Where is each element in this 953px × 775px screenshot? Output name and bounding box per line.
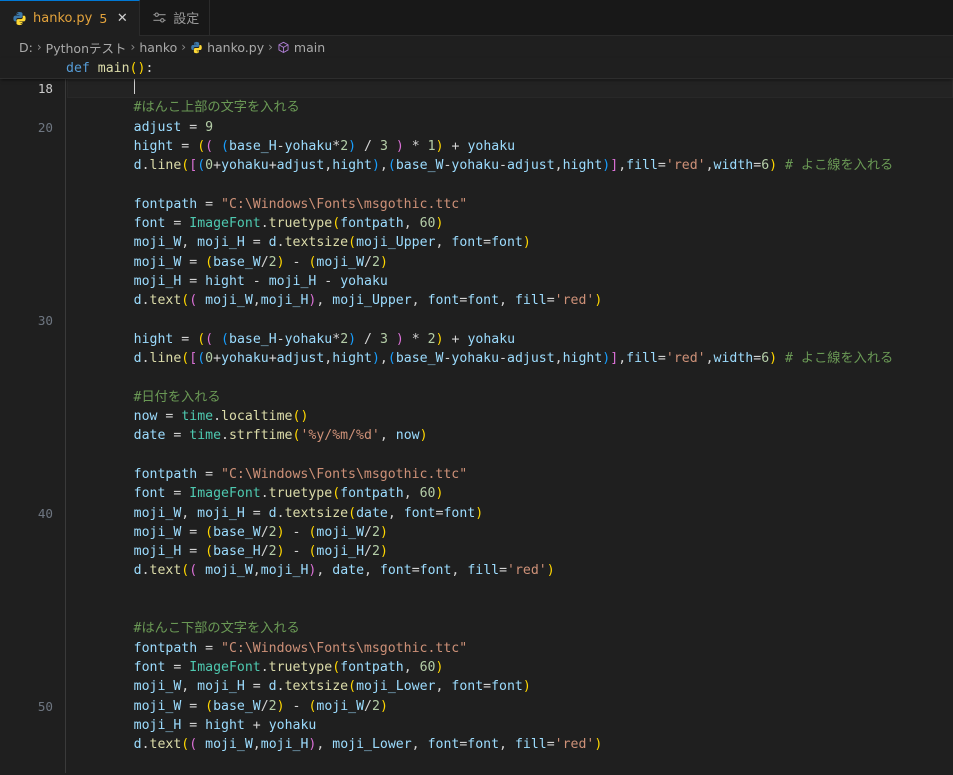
breadcrumb: D: › Pythonテスト › hanko › hanko.py › main — [0, 36, 953, 58]
code-line[interactable] — [67, 600, 953, 619]
close-icon[interactable]: ✕ — [115, 12, 129, 25]
code-line[interactable]: date = time.strftime('%y/%m/%d', now) — [67, 426, 953, 445]
breadcrumb-item-hanko[interactable]: hanko — [139, 40, 177, 55]
code-line[interactable]: d.line([(0+yohaku+adjust,hight),(base_W-… — [67, 156, 953, 175]
symbol-method-icon — [277, 41, 290, 54]
breadcrumb-separator: › — [268, 40, 273, 54]
code-line[interactable] — [67, 446, 953, 465]
code-line[interactable] — [67, 175, 953, 194]
code-line[interactable]: #はんこ下部の文字を入れる — [67, 619, 953, 638]
code-line[interactable]: hight = (( (base_H-yohaku*2) / 3 ) * 1) … — [67, 137, 953, 156]
code-line[interactable]: moji_W = (base_W/2) - (moji_W/2) — [67, 697, 953, 716]
line-number: 18 — [37, 81, 53, 96]
code-line[interactable]: #日付を入れる — [67, 388, 953, 407]
code-line[interactable]: moji_W, moji_H = d.textsize(moji_Upper, … — [67, 233, 953, 252]
code-line[interactable]: fontpath = "C:\Windows\Fonts\msgothic.tt… — [67, 195, 953, 214]
code-line[interactable]: moji_W, moji_H = d.textsize(date, font=f… — [67, 504, 953, 523]
tab-bar-empty-space — [210, 0, 953, 35]
sticky-scroll-header[interactable]: def main(): — [0, 58, 953, 79]
breadcrumb-label: hanko.py — [207, 39, 265, 55]
line-number: 50 — [37, 698, 53, 714]
code-line[interactable]: d.text(( moji_W,moji_H), moji_Upper, fon… — [67, 291, 953, 310]
tab-hanko-py[interactable]: hanko.py 5 ✕ — [0, 0, 141, 36]
code-line[interactable]: font = ImageFont.truetype(fontpath, 60) — [67, 214, 953, 233]
code-line[interactable]: d.line([(0+yohaku+adjust,hight),(base_W-… — [67, 349, 953, 368]
line-number: 30 — [37, 312, 53, 328]
code-line[interactable]: font = ImageFont.truetype(fontpath, 60) — [67, 484, 953, 503]
code-line[interactable] — [67, 581, 953, 600]
python-file-icon — [190, 41, 203, 54]
tab-label: hanko.py — [33, 10, 93, 26]
code-line[interactable]: now = time.localtime() — [67, 407, 953, 426]
code-line[interactable]: font = ImageFont.truetype(fontpath, 60) — [67, 658, 953, 677]
breadcrumb-item-drive[interactable]: D: — [19, 40, 33, 55]
code-line[interactable]: moji_H = hight - moji_H - yohaku — [67, 272, 953, 291]
tab-modified-badge: 5 — [99, 10, 108, 26]
tab-label: 設定 — [173, 12, 200, 27]
code-line[interactable]: moji_W, moji_H = d.textsize(moji_Lower, … — [67, 677, 953, 696]
line-number-gutter: 18 20 30 40 50 — [0, 79, 66, 773]
code-line[interactable] — [67, 368, 953, 387]
code-line[interactable]: hight = (( (base_H-yohaku*2) / 3 ) * 2) … — [67, 330, 953, 349]
code-line[interactable]: fontpath = "C:\Windows\Fonts\msgothic.tt… — [67, 465, 953, 484]
code-line[interactable] — [67, 754, 953, 773]
breadcrumb-label: hanko — [139, 39, 178, 55]
code-content[interactable]: #はんこ上部の文字を入れる adjust = 9 hight = (( (bas… — [67, 79, 953, 773]
breadcrumb-item-pythontest[interactable]: Pythonテスト — [46, 38, 127, 57]
tab-settings[interactable]: 設定 — [140, 0, 211, 35]
settings-sliders-icon — [152, 10, 167, 25]
code-line[interactable]: moji_W = (base_W/2) - (moji_W/2) — [67, 523, 953, 542]
code-line[interactable] — [67, 311, 953, 330]
code-editor[interactable]: 18 20 30 40 50 #はんこ上部の文字を入れる adjust = 9 high… — [0, 79, 953, 773]
line-number: 40 — [37, 505, 53, 521]
code-line[interactable]: moji_H = (base_H/2) - (moji_H/2) — [67, 542, 953, 561]
code-line[interactable]: #はんこ上部の文字を入れる — [67, 98, 953, 117]
sticky-scroll-code: def main(): — [66, 60, 154, 76]
code-line[interactable]: moji_H = hight + yohaku — [67, 716, 953, 735]
code-line[interactable] — [67, 79, 953, 99]
breadcrumb-item-symbol-main[interactable]: main — [277, 40, 325, 55]
line-number: 20 — [37, 119, 53, 135]
code-line[interactable]: fontpath = "C:\Windows\Fonts\msgothic.tt… — [67, 639, 953, 658]
code-line[interactable]: moji_W = (base_W/2) - (moji_W/2) — [67, 253, 953, 272]
code-line[interactable]: adjust = 9 — [67, 118, 953, 137]
python-file-icon — [12, 11, 27, 26]
code-line[interactable]: d.text(( moji_W,moji_H), date, font=font… — [67, 561, 953, 580]
code-line[interactable]: d.text(( moji_W,moji_H), moji_Lower, fon… — [67, 735, 953, 754]
breadcrumb-label: D: — [19, 39, 33, 55]
breadcrumb-separator: › — [181, 40, 187, 54]
breadcrumb-separator: › — [130, 40, 136, 54]
breadcrumb-label: Pythonテスト — [45, 40, 127, 56]
breadcrumb-item-file[interactable]: hanko.py — [190, 40, 264, 55]
text-cursor — [133, 79, 136, 94]
breadcrumb-label: main — [293, 39, 326, 55]
editor-tab-bar: hanko.py 5 ✕ 設定 — [0, 0, 953, 36]
breadcrumb-separator: › — [36, 40, 42, 54]
